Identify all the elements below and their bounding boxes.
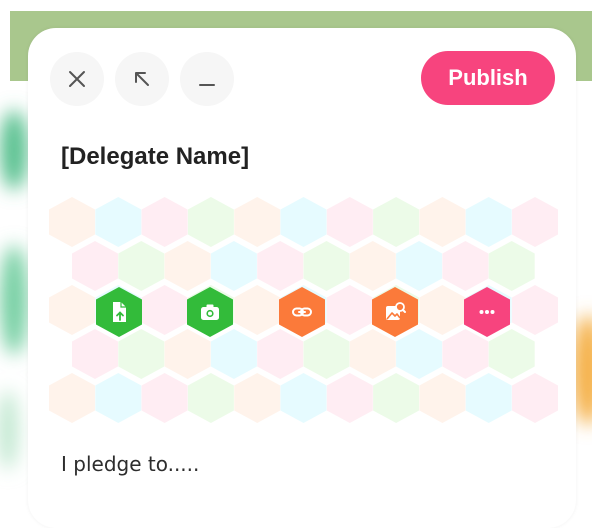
arrow-up-left-icon (135, 72, 149, 86)
hex-cell (396, 329, 443, 379)
hex-cell (465, 373, 512, 423)
hex-cell (72, 241, 118, 291)
hex-cell (118, 241, 165, 291)
image-search-icon (386, 302, 406, 320)
hex-cell (419, 373, 466, 423)
close-button[interactable] (50, 52, 104, 106)
delegate-name-title: [Delegate Name] (61, 143, 250, 170)
hex-cell (280, 197, 327, 247)
more-icon (479, 310, 495, 314)
hex-cell (49, 197, 95, 247)
hex-cell (164, 241, 211, 291)
hex-cell (187, 373, 234, 423)
hex-cell (419, 197, 466, 247)
hex-cell (396, 241, 443, 291)
link-icon (292, 307, 312, 317)
publish-button[interactable]: Publish (421, 51, 555, 105)
hex-cell (257, 241, 304, 291)
close-icon (69, 71, 85, 87)
hex-cell (512, 373, 558, 423)
hex-cell (349, 241, 396, 291)
hex-cell (49, 285, 95, 335)
link-button[interactable] (279, 287, 325, 337)
hex-cell (419, 285, 466, 335)
camera-icon (201, 304, 219, 320)
hex-cell (257, 329, 304, 379)
hex-cell (210, 241, 257, 291)
hex-cell (442, 329, 489, 379)
hex-cell (280, 373, 327, 423)
hex-cell (164, 329, 211, 379)
hex-cell (49, 373, 95, 423)
hex-cell (442, 241, 489, 291)
hex-cell (326, 285, 373, 335)
hex-cell (512, 285, 558, 335)
more-options-button[interactable] (464, 287, 510, 337)
hex-cell (303, 241, 350, 291)
file-upload-icon (113, 302, 126, 322)
camera-button[interactable] (187, 287, 233, 337)
hex-cell (326, 373, 373, 423)
hex-cell (118, 329, 165, 379)
hex-cell (141, 373, 188, 423)
pledge-card: Publish [Delegate Name] I pledge to..... (28, 28, 576, 528)
minimize-icon (199, 84, 215, 86)
hex-cell (141, 285, 188, 335)
image-search-button[interactable] (372, 287, 418, 337)
hex-cell (187, 197, 234, 247)
hex-cell (95, 373, 142, 423)
pledge-text[interactable]: I pledge to..... (61, 452, 199, 476)
hex-cell (326, 197, 373, 247)
hex-cell (234, 197, 281, 247)
hex-cell (210, 329, 257, 379)
hex-cell (234, 373, 281, 423)
hex-cell (512, 197, 558, 247)
hex-cell (141, 197, 188, 247)
hex-cell (465, 197, 512, 247)
hex-cell (349, 329, 396, 379)
hex-cell (234, 285, 281, 335)
hex-cell (373, 373, 420, 423)
hex-cell (488, 329, 535, 379)
hex-cell (72, 329, 118, 379)
hex-cell (95, 197, 142, 247)
minimize-button[interactable] (180, 52, 234, 106)
expand-button[interactable] (115, 52, 169, 106)
hex-cell (303, 329, 350, 379)
hex-cell (373, 197, 420, 247)
upload-file-button[interactable] (96, 287, 142, 337)
hex-cell (488, 241, 535, 291)
